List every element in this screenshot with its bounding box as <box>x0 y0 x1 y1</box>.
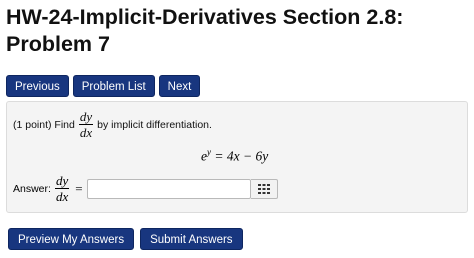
preview-answers-button[interactable]: Preview My Answers <box>8 228 135 250</box>
problem-equation: ey = 4x − 6y <box>201 147 268 165</box>
fraction-numerator: dy <box>78 109 94 125</box>
next-button[interactable]: Next <box>158 75 201 97</box>
answer-row: Answer: dy dx = <box>13 174 278 203</box>
problem-prompt: (1 point) Find dy dx by implicit differe… <box>13 110 212 139</box>
equation-palette-button[interactable] <box>250 178 278 199</box>
previous-button[interactable]: Previous <box>6 75 69 97</box>
answer-actions: Preview My Answers Submit Answers <box>8 228 243 250</box>
answer-fraction-denominator: dx <box>55 189 69 204</box>
derivative-fraction: dy dx <box>78 109 94 140</box>
answer-derivative-fraction: dy dx <box>54 173 70 204</box>
page-title: HW-24-Implicit-Derivatives Section 2.8: … <box>6 5 404 56</box>
answer-input[interactable] <box>86 178 251 199</box>
fraction-denominator: dx <box>79 125 93 140</box>
instruction-text: by implicit differentiation. <box>97 118 212 131</box>
equation-rhs: = 4x − 6y <box>214 148 269 164</box>
grid-palette-icon <box>257 183 270 194</box>
problem-list-button[interactable]: Problem List <box>72 75 155 97</box>
answer-label: Answer: <box>13 182 51 195</box>
problem-panel: (1 point) Find dy dx by implicit differe… <box>6 101 468 213</box>
points-text: (1 point) Find <box>13 118 75 131</box>
submit-answers-button[interactable]: Submit Answers <box>140 228 243 250</box>
answer-fraction-numerator: dy <box>54 173 70 189</box>
answer-equals-sign: = <box>75 180 83 196</box>
equation-exponent: y <box>207 147 211 157</box>
problem-navigation: Previous Problem List Next <box>6 75 201 97</box>
